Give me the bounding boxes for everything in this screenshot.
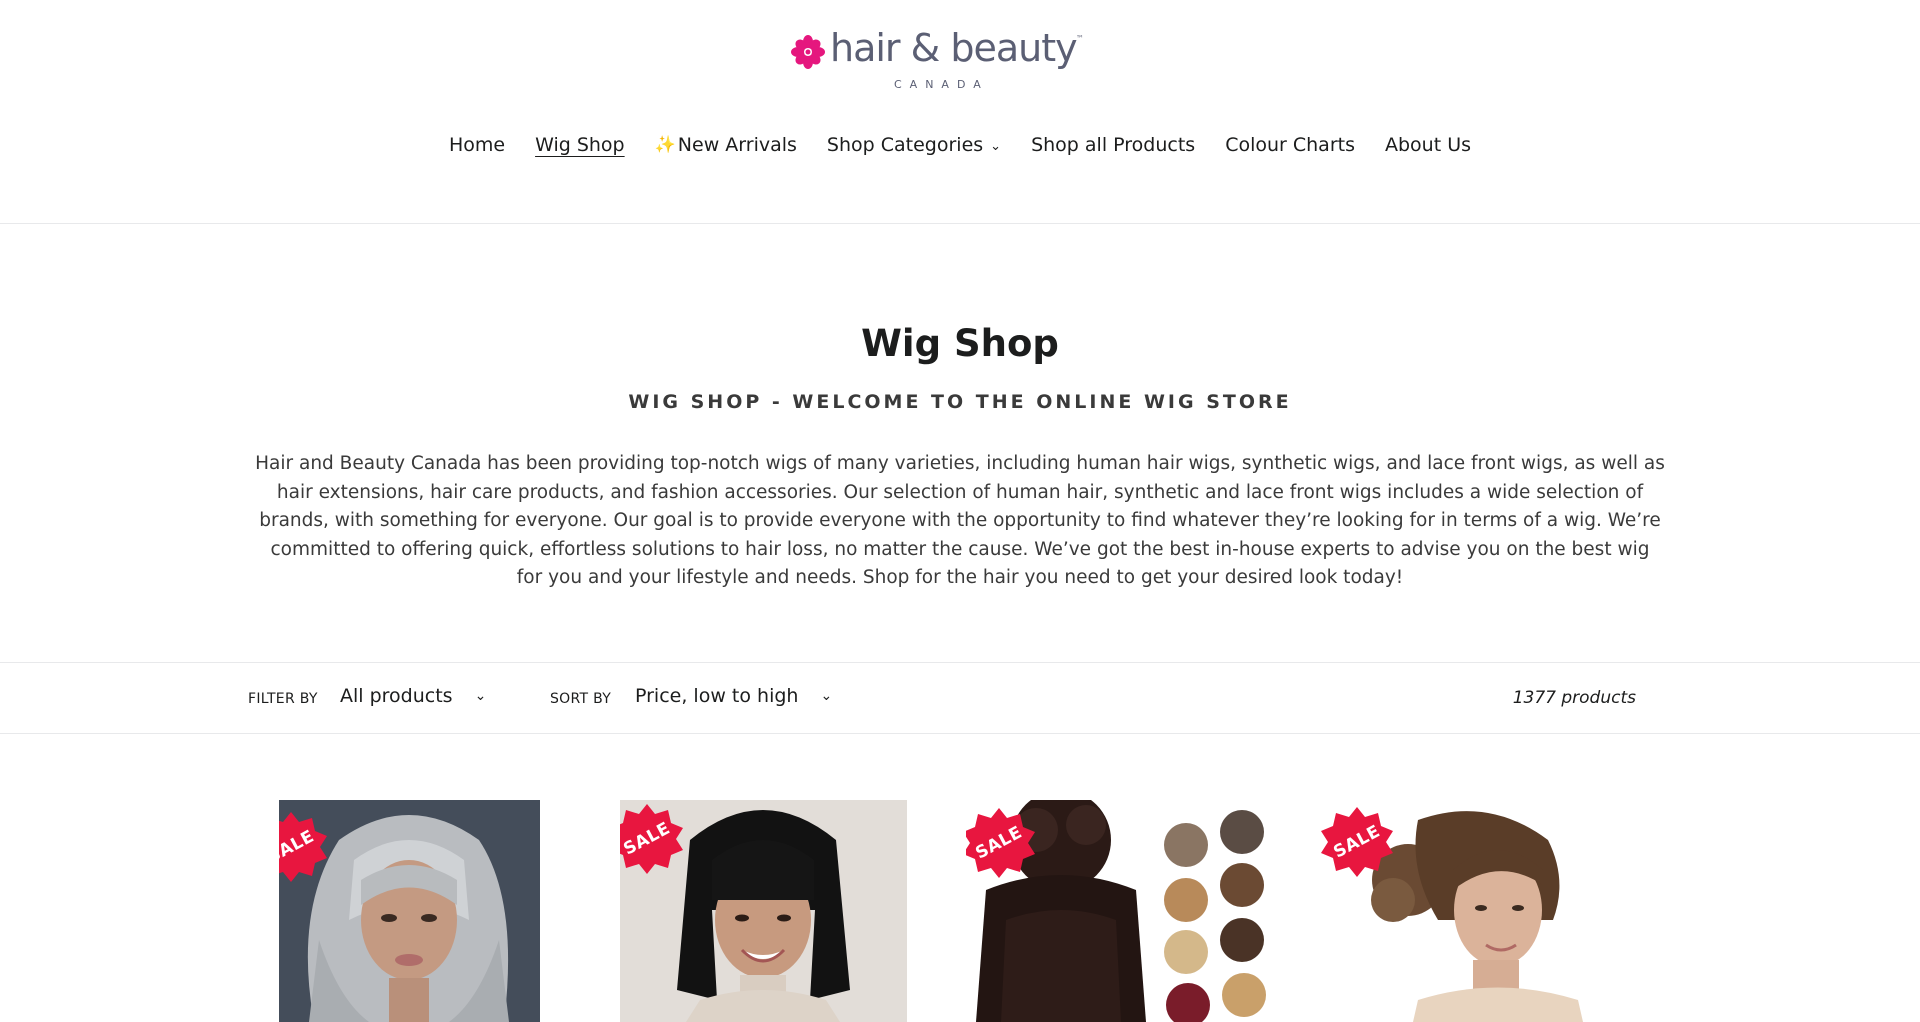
filter-select[interactable]: All products ⌄ bbox=[340, 685, 486, 707]
site-logo[interactable]: hair & beauty ™ CANADA bbox=[790, 26, 1090, 98]
sale-badge: SALE bbox=[1320, 805, 1394, 879]
flower-icon bbox=[791, 35, 825, 69]
page-subtitle: WIG SHOP - WELCOME TO THE ONLINE WIG STO… bbox=[628, 391, 1292, 413]
nav-item-home[interactable]: Home bbox=[449, 134, 505, 156]
chevron-down-icon: ⌄ bbox=[474, 688, 487, 704]
nav-item-label: New Arrivals bbox=[677, 134, 797, 156]
product-card[interactable]: SALE bbox=[279, 800, 540, 1022]
nav-item-label: About Us bbox=[1385, 134, 1472, 156]
nav-item-wig-shop[interactable]: Wig Shop bbox=[535, 134, 625, 156]
product-card[interactable]: SALE bbox=[620, 800, 907, 1022]
filter-select-value: All products bbox=[340, 685, 453, 707]
sale-badge: SALE bbox=[620, 802, 684, 876]
sparkles-icon: ✨ bbox=[654, 135, 676, 155]
sort-by-label: SORT BY bbox=[550, 691, 612, 707]
product-card[interactable]: SALE bbox=[1318, 800, 1598, 1022]
chevron-down-icon: ⌄ bbox=[820, 688, 833, 704]
nav-item-label: Shop Categories bbox=[826, 134, 984, 156]
nav-item-shop-all-products[interactable]: Shop all Products bbox=[1031, 134, 1195, 156]
logo-subtitle: CANADA bbox=[894, 78, 989, 91]
nav-item-shop-categories[interactable]: Shop Categories ⌄ bbox=[827, 134, 1001, 156]
sort-select[interactable]: Price, low to high ⌄ bbox=[635, 685, 832, 707]
nav-item-label: Colour Charts bbox=[1225, 134, 1355, 156]
nav-item-label: Home bbox=[448, 134, 506, 156]
nav-item-label: Wig Shop bbox=[535, 134, 625, 156]
site-header: hair & beauty ™ CANADA Home Wig Shop ✨ Ne… bbox=[0, 0, 1920, 224]
product-count: 1377 products bbox=[1512, 688, 1636, 708]
nav-item-about-us[interactable]: About Us bbox=[1385, 134, 1471, 156]
nav-item-label: Shop all Products bbox=[1031, 134, 1196, 156]
filter-sort-bar: FILTER BY All products ⌄ SORT BY Price, … bbox=[0, 662, 1920, 734]
chevron-down-icon: ⌄ bbox=[990, 138, 1002, 154]
page-title: Wig Shop bbox=[861, 322, 1059, 365]
nav-item-colour-charts[interactable]: Colour Charts bbox=[1225, 134, 1355, 156]
product-card[interactable]: SALE bbox=[966, 800, 1276, 1022]
nav-item-new-arrivals[interactable]: ✨ New Arrivals bbox=[655, 134, 797, 156]
main-navigation: Home Wig Shop ✨ New Arrivals Shop Categor… bbox=[0, 134, 1920, 156]
logo-trademark: ™ bbox=[1076, 34, 1084, 43]
sale-badge: SALE bbox=[279, 810, 328, 884]
sale-badge: SALE bbox=[966, 806, 1036, 880]
filter-by-label: FILTER BY bbox=[248, 691, 318, 707]
sort-select-value: Price, low to high bbox=[635, 685, 799, 707]
collection-description: Hair and Beauty Canada has been providin… bbox=[255, 453, 1665, 589]
logo-wordmark: hair & beauty bbox=[830, 26, 1078, 70]
